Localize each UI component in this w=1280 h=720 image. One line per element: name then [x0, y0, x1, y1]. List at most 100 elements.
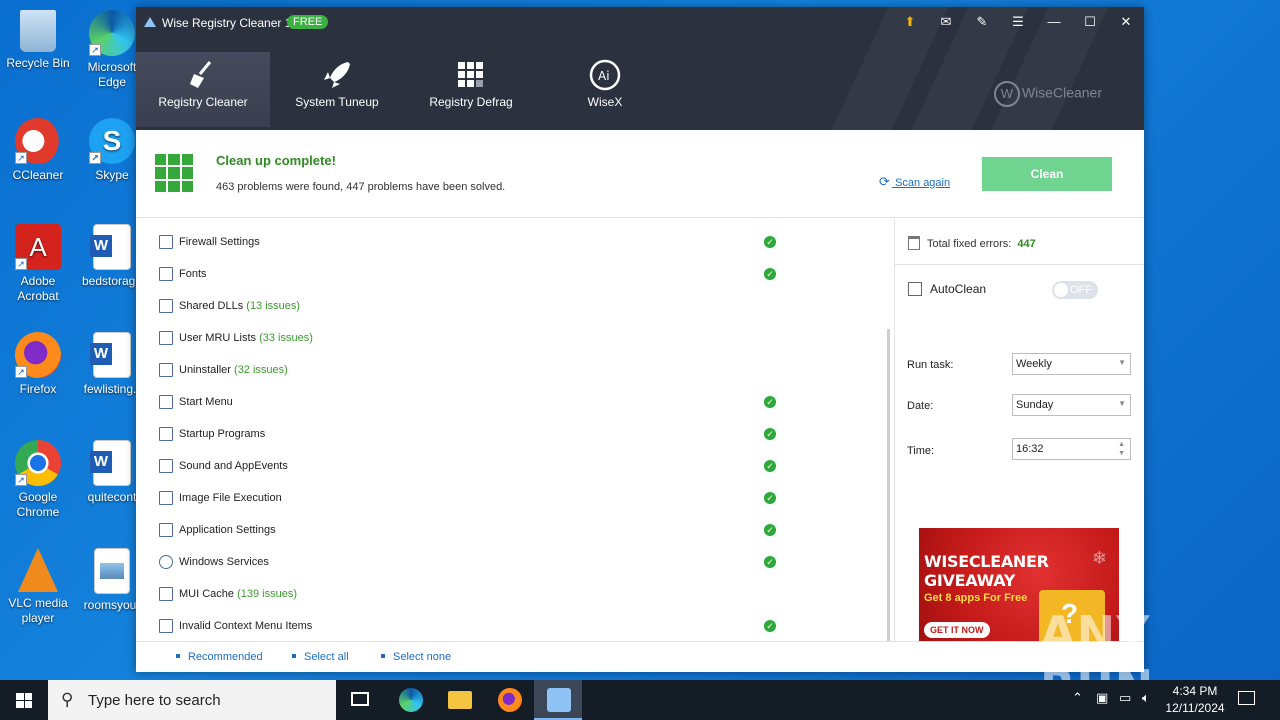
taskbar-wise-registry-cleaner[interactable] [534, 680, 582, 720]
select-none-link[interactable]: Select none [381, 651, 451, 663]
desktop-icon-recycle-bin[interactable]: Recycle Bin [0, 10, 76, 71]
minimize-button[interactable]: — [1040, 11, 1068, 33]
system-clock[interactable]: 4:34 PM 12/11/2024 [1160, 683, 1230, 717]
svg-text:Ai: Ai [598, 69, 610, 83]
desktop-icon-acrobat[interactable]: A ↗ Adobe Acrobat [0, 224, 76, 304]
list-item[interactable]: Uninstaller (32 issues) [136, 354, 894, 386]
list-item[interactable]: Image File Execution ✓ [136, 482, 894, 514]
taskbar-file-explorer[interactable] [435, 680, 483, 720]
taskbar-search[interactable]: ⚲ Type here to search [48, 680, 336, 720]
taskbar-firefox[interactable] [485, 680, 533, 720]
skype-icon: S ↗ [89, 118, 135, 164]
word-document-icon: W [90, 440, 131, 486]
desktop-icon-chrome[interactable]: ↗ Google Chrome [0, 440, 76, 520]
network-icon[interactable]: ▭ [1119, 690, 1131, 706]
date-select[interactable]: Sunday ▼ [1012, 394, 1131, 416]
scan-summary: Clean up complete! 463 problems were fou… [136, 130, 1144, 218]
desktop-icon-vlc[interactable]: VLC media player [0, 548, 76, 626]
maximize-button[interactable]: ☐ [1076, 11, 1104, 33]
device-icon[interactable]: ▣ [1096, 690, 1108, 706]
desktop-icon-label: VLC media player [8, 596, 68, 625]
item-label: Startup Programs [179, 428, 265, 440]
clean-button[interactable]: Clean [982, 157, 1112, 191]
app-window: Wise Registry Cleaner 11 FREE ⬆ ✉ ✎ ☰ — … [136, 7, 1144, 672]
list-item[interactable]: MUI Cache (139 issues) [136, 578, 894, 610]
check-icon: ✓ [764, 460, 776, 472]
item-label: Sound and AppEvents [179, 460, 288, 472]
task-view-button[interactable] [336, 680, 384, 720]
registry-item-list: Firewall Settings ✓ Fonts ✓ Shared DLLs (1… [136, 219, 894, 641]
check-icon: ✓ [764, 556, 776, 568]
notification-icon[interactable] [1238, 691, 1255, 705]
spin-arrows-icon[interactable]: ▲ ▼ [1118, 440, 1125, 458]
autoclean-toggle[interactable]: OFF [1052, 281, 1098, 299]
list-item[interactable]: Application Settings ✓ [136, 514, 894, 546]
menu-icon[interactable]: ☰ [1004, 11, 1032, 33]
edge-icon: ↗ [89, 10, 135, 56]
tab-label: System Tuneup [295, 95, 379, 109]
desktop-icon-firefox[interactable]: ↗ Firefox [0, 332, 76, 397]
list-item[interactable]: Startup Programs ✓ [136, 418, 894, 450]
recommended-link[interactable]: Recommended [176, 651, 263, 663]
date-value: Sunday [1016, 399, 1054, 411]
item-name: User MRU Lists [179, 332, 257, 344]
notes-icon[interactable]: ✎ [968, 11, 996, 33]
acrobat-icon: A ↗ [15, 224, 61, 270]
upgrade-icon[interactable]: ⬆ [896, 11, 924, 33]
list-item[interactable]: User MRU Lists (33 issues) [136, 322, 894, 354]
calendar-icon [908, 282, 922, 296]
scan-again-link[interactable]: ⟳ Scan again [879, 174, 950, 190]
desktop-icon-label: Skype [95, 168, 129, 182]
taskbar-edge[interactable] [386, 680, 434, 720]
item-name: Application Settings [179, 524, 276, 536]
shortcut-arrow-icon: ↗ [15, 152, 27, 164]
desktop-icon-ccleaner[interactable]: ↗ CCleaner [0, 118, 76, 183]
tab-system-tuneup[interactable]: System Tuneup [270, 52, 404, 127]
title-bar[interactable]: Wise Registry Cleaner 11 FREE ⬆ ✉ ✎ ☰ — … [136, 7, 1144, 37]
desktop-icon-label: roomsyour [83, 598, 141, 612]
tab-wisex[interactable]: Ai WiseX [538, 52, 672, 127]
trash-icon [908, 236, 920, 250]
window-title: Wise Registry Cleaner 11 [162, 16, 298, 30]
start-button[interactable] [0, 680, 48, 720]
item-name: MUI Cache [179, 588, 235, 600]
mui-cache-icon [159, 587, 173, 601]
check-icon: ✓ [764, 492, 776, 504]
brand-label: WiseCleaner [1021, 84, 1102, 101]
list-item[interactable]: Shared DLLs (13 issues) [136, 290, 894, 322]
time-value: 16:32 [1016, 443, 1044, 455]
list-item[interactable]: Firewall Settings ✓ [136, 226, 894, 258]
list-scrollbar[interactable] [887, 329, 890, 642]
chevron-down-icon: ▼ [1118, 399, 1126, 408]
check-icon: ✓ [764, 396, 776, 408]
tab-label: Registry Defrag [429, 95, 513, 109]
summary-subtitle: 463 problems were found, 447 problems ha… [216, 181, 506, 193]
select-all-link[interactable]: Select all [292, 651, 349, 663]
chevron-down-icon: ▼ [1118, 358, 1126, 367]
item-label: Image File Execution [179, 492, 282, 504]
desktop-icon-label: Google Chrome [16, 490, 60, 519]
list-item[interactable]: Fonts ✓ [136, 258, 894, 290]
list-item[interactable]: Sound and AppEvents ✓ [136, 450, 894, 482]
volume-icon[interactable]: 🔈︎ [1142, 690, 1150, 706]
total-label: Total fixed errors: [927, 238, 1012, 250]
feedback-icon[interactable]: ✉ [932, 11, 960, 33]
rocket-icon [324, 62, 350, 88]
close-button[interactable]: ✕ [1112, 11, 1140, 33]
run-task-select[interactable]: Weekly ▼ [1012, 353, 1131, 375]
item-name: Invalid Context Menu Items [179, 620, 313, 632]
chevron-up-icon[interactable]: ⌃ [1072, 690, 1083, 706]
tab-registry-cleaner[interactable]: Registry Cleaner [136, 52, 270, 127]
list-item[interactable]: Start Menu ✓ [136, 386, 894, 418]
ad-cta-button[interactable]: GET IT NOW [924, 622, 990, 638]
clock-time: 4:34 PM [1172, 684, 1218, 698]
time-input[interactable]: 16:32 ▲ ▼ [1012, 438, 1131, 460]
selection-bar: Recommended Select all Select none [136, 641, 1144, 672]
application-settings-icon [159, 523, 173, 537]
list-item[interactable]: Windows Services ✓ [136, 546, 894, 578]
shortcut-arrow-icon: ↗ [15, 474, 27, 486]
ai-icon: Ai [589, 59, 621, 91]
run-task-value: Weekly [1016, 358, 1052, 370]
list-item[interactable]: Invalid Context Menu Items ✓ [136, 610, 894, 641]
tab-registry-defrag[interactable]: Registry Defrag [404, 52, 538, 127]
